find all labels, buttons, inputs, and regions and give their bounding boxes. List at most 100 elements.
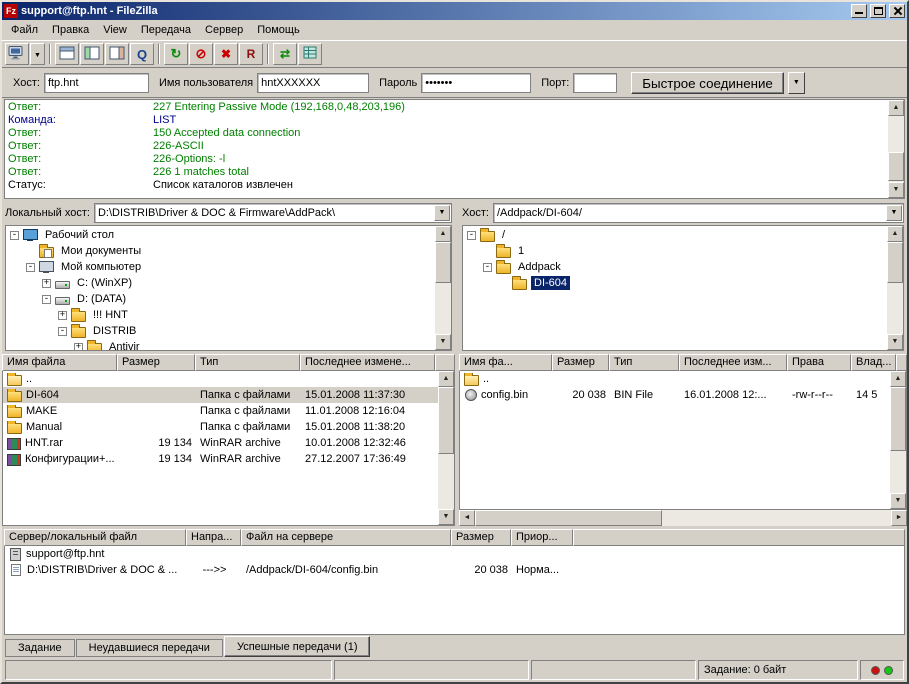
toggle-local-tree-button[interactable] [80,43,104,65]
host-input[interactable] [44,73,149,93]
username-input[interactable] [257,73,369,93]
menu-view[interactable]: View [96,21,134,39]
scroll-down-button[interactable]: ▼ [438,509,454,525]
scrollbar-track[interactable] [475,510,891,526]
collapse-icon[interactable]: - [467,231,476,240]
scrollbar-thumb[interactable] [890,387,906,451]
file-row-make[interactable]: MAKEПапка с файлами11.01.2008 12:16:04 [3,403,438,419]
menu-сервер[interactable]: Сервер [198,21,250,39]
remote-list-hscrollbar[interactable]: ◄► [459,510,907,526]
reconnect-button[interactable]: R [239,43,263,65]
remote-tree-scrollbar[interactable]: ▲▼ [887,226,903,350]
queue-row[interactable]: support@ftp.hnt [5,546,904,562]
quickconnect-button[interactable]: Быстрое соединение [631,72,784,94]
file-row-di-604[interactable]: DI-604Папка с файлами15.01.2008 11:37:30 [3,387,438,403]
file-row-hnt-rar[interactable]: HNT.rar19 134WinRAR archive10.01.2008 12… [3,435,438,451]
scroll-down-button[interactable]: ▼ [887,334,903,350]
refresh-button[interactable]: ↻ [164,43,188,65]
expand-icon[interactable]: + [58,311,67,320]
file-row-item[interactable]: .. [460,371,890,387]
scroll-down-button[interactable]: ▼ [435,334,451,350]
column-header-приор[interactable]: Приор... [511,529,573,546]
collapse-icon[interactable]: - [483,263,492,272]
scrollbar-track[interactable] [435,242,451,334]
collapse-icon[interactable]: - [26,263,35,272]
scrollbar-track[interactable] [887,242,903,334]
scroll-up-button[interactable]: ▲ [438,371,454,387]
remote-list-scrollbar[interactable]: ▲▼ [890,371,906,509]
quickconnect-dropdown[interactable]: ▼ [788,72,805,94]
directory-listing-button[interactable] [298,43,322,65]
tree-item-1[interactable]: 1 [463,243,887,259]
log-vertical-scrollbar[interactable]: ▲▼ [888,100,904,198]
scrollbar-thumb[interactable] [888,152,904,180]
chevron-down-icon[interactable]: ▼ [434,205,450,221]
column-header-последнее-измене[interactable]: Последнее измене... [300,354,435,371]
column-header-тип[interactable]: Тип [609,354,679,371]
scroll-down-button[interactable]: ▼ [890,493,906,509]
scrollbar-thumb[interactable] [887,242,903,283]
site-manager-button[interactable] [5,43,29,65]
column-header-напра[interactable]: Напра... [186,529,241,546]
tree-item-рабочий-стол[interactable]: -Рабочий стол [6,227,435,243]
column-header-размер[interactable]: Размер [117,354,195,371]
column-header-имя-файла[interactable]: Имя файла [2,354,117,371]
tree-item-d-data[interactable]: -D: (DATA) [6,291,435,307]
expand-icon[interactable]: + [74,343,83,351]
toggle-remote-tree-button[interactable] [105,43,129,65]
column-header-влад[interactable]: Влад... [851,354,896,371]
abort-button[interactable]: ⊘ [189,43,213,65]
file-row-config-bin[interactable]: config.bin20 038BIN File16.01.2008 12:..… [460,387,890,403]
minimize-button[interactable] [851,4,867,18]
collapse-icon[interactable]: - [42,295,51,304]
column-header-размер[interactable]: Размер [552,354,609,371]
local-tree-scrollbar[interactable]: ▲▼ [435,226,451,350]
scrollbar-track[interactable] [438,387,454,509]
tree-item-addpack[interactable]: -Addpack [463,259,887,275]
remote-path-combo[interactable]: /Addpack/DI-604/ ▼ [493,203,904,223]
column-header-сервер-локальный-файл[interactable]: Сервер/локальный файл [4,529,186,546]
local-list-scrollbar[interactable]: ▲▼ [438,371,454,525]
tab-неудавшиеся-передачи[interactable]: Неудавшиеся передачи [76,639,223,657]
toggle-message-log-button[interactable] [55,43,79,65]
column-header-файл-на-сервере[interactable]: Файл на сервере [241,529,451,546]
column-header-тип[interactable]: Тип [195,354,300,371]
scroll-down-button[interactable]: ▼ [888,182,904,198]
password-input[interactable] [421,73,531,93]
port-input[interactable] [573,73,617,93]
toggle-queue-button[interactable]: Q [130,43,154,65]
file-row-manual[interactable]: ManualПапка с файлами15.01.2008 11:38:20 [3,419,438,435]
scrollbar-track[interactable] [888,116,904,182]
column-header-размер[interactable]: Размер [451,529,511,546]
scrollbar-thumb[interactable] [438,387,454,454]
tab-успешные-передачи-1[interactable]: Успешные передачи (1) [224,636,371,657]
scroll-up-button[interactable]: ▲ [888,100,904,116]
tree-item-antivir[interactable]: +Antivir [6,339,435,350]
maximize-button[interactable] [870,4,886,18]
site-manager-dropdown[interactable]: ▼ [30,43,45,65]
column-header-последнее-изм[interactable]: Последнее изм... [679,354,787,371]
tab-задание[interactable]: Задание [5,639,75,657]
tree-item-item[interactable]: -/ [463,227,887,243]
close-button[interactable] [889,4,905,18]
expand-icon[interactable]: + [42,279,51,288]
file-row-конфигурации[interactable]: Конфигурации+...19 134WinRAR archive27.1… [3,451,438,467]
scroll-right-button[interactable]: ► [891,510,907,526]
scroll-up-button[interactable]: ▲ [887,226,903,242]
tree-item-di-604[interactable]: DI-604 [463,275,887,291]
menu-файл[interactable]: Файл [4,21,45,39]
queue-row[interactable]: D:\DISTRIB\Driver & DOC & ...--->>/Addpa… [5,562,904,578]
column-header-права[interactable]: Права [787,354,851,371]
menu-помощь[interactable]: Помощь [250,21,307,39]
tree-item-distrib[interactable]: -DISTRIB [6,323,435,339]
tree-item-мои-документы[interactable]: Мои документы [6,243,435,259]
scrollbar-track[interactable] [890,387,906,493]
local-path-combo[interactable]: D:\DISTRIB\Driver & DOC & Firmware\AddPa… [94,203,452,223]
disconnect-button[interactable]: ✖ [214,43,238,65]
scroll-up-button[interactable]: ▲ [435,226,451,242]
scrollbar-thumb[interactable] [475,510,662,526]
scroll-up-button[interactable]: ▲ [890,371,906,387]
file-row-item[interactable]: .. [3,371,438,387]
column-header-имя-фа[interactable]: Имя фа... [459,354,552,371]
tree-item-hnt[interactable]: +!!! HNT [6,307,435,323]
